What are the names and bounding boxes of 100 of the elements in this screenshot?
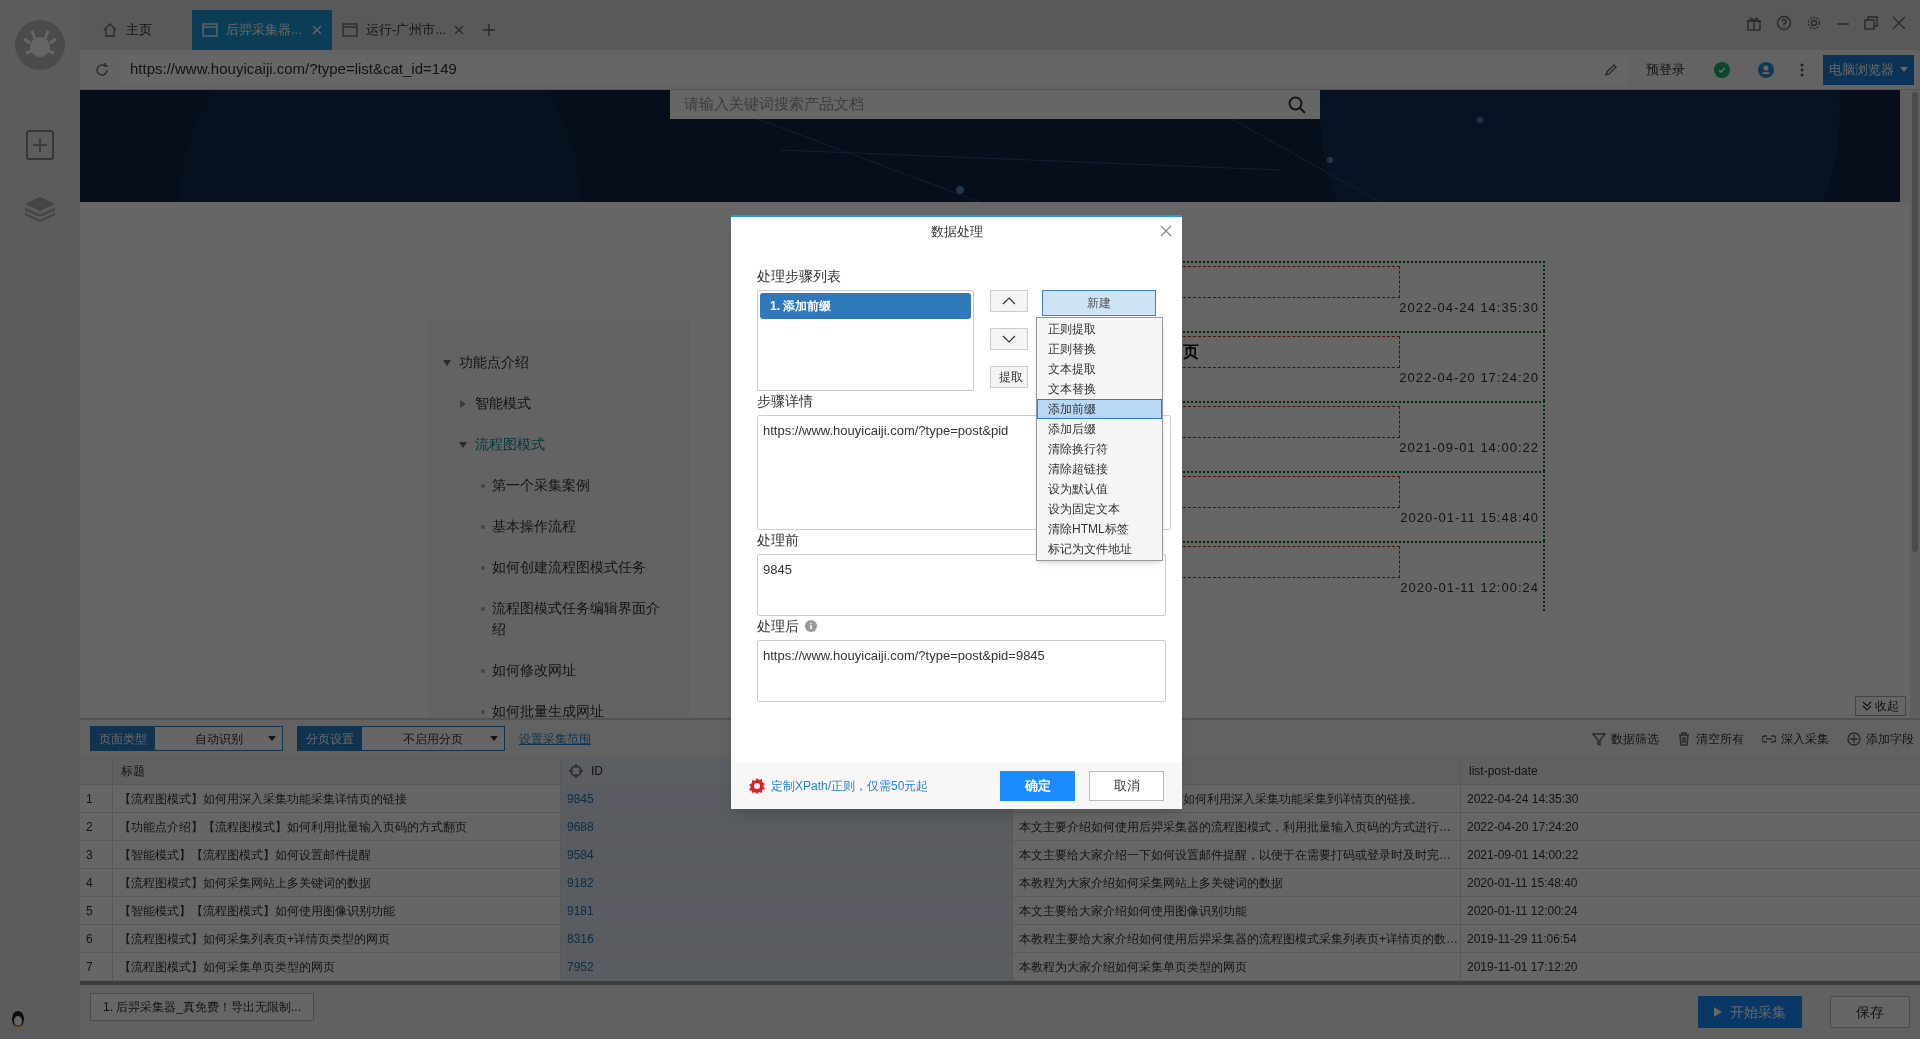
move-down-button[interactable] xyxy=(990,328,1029,350)
step-list[interactable]: 1. 添加前缀 xyxy=(757,290,975,391)
row-number: 5 xyxy=(80,897,113,924)
row-number: 2 xyxy=(80,813,113,840)
chevron-up-icon xyxy=(1002,297,1017,305)
extract-button[interactable]: 提取 xyxy=(990,366,1029,388)
cancel-button[interactable]: 取消 xyxy=(1089,771,1164,801)
close-icon[interactable] xyxy=(1892,16,1906,30)
menu-item[interactable]: 添加前缀 xyxy=(1037,399,1162,419)
shield-icon[interactable] xyxy=(1713,60,1731,79)
table-cell-text: 2021-09-01 14:00:22 xyxy=(1466,846,1580,864)
layers-icon[interactable] xyxy=(23,195,57,223)
nav-link[interactable]: 如何批量生成网址 xyxy=(492,701,604,722)
menu-item[interactable]: 添加后缀 xyxy=(1037,419,1162,439)
post-date: 2022-04-20 17:24:20 xyxy=(1399,368,1539,387)
menu-item[interactable]: 文本替换 xyxy=(1037,379,1162,399)
row-number: 7 xyxy=(80,953,113,980)
caret-icon xyxy=(268,736,276,741)
add-page-icon[interactable] xyxy=(25,129,55,161)
table-cell: 9181 xyxy=(561,897,1013,924)
pre-login-button[interactable]: 预登录 xyxy=(1638,59,1693,80)
toolbar-button[interactable]: 数据筛选 xyxy=(1592,729,1659,748)
table-cell: 9688 xyxy=(561,813,1013,840)
window-icon xyxy=(342,23,358,37)
user-icon[interactable] xyxy=(1757,60,1775,79)
nav-link[interactable]: 功能点介绍 xyxy=(459,352,529,373)
table-cell-text: 2022-04-24 14:35:30 xyxy=(1466,790,1580,808)
task-tab[interactable]: 1. 后羿采集器_真免费！导出无限制... xyxy=(90,993,315,1021)
nav-link[interactable]: 如何修改网址 xyxy=(492,660,576,681)
menu-item[interactable]: 正则提取 xyxy=(1037,319,1162,339)
table-cell-text: 2020-01-11 12:00:24 xyxy=(1466,902,1579,920)
collapse-button[interactable]: 收起 xyxy=(1855,696,1906,716)
browser-mode-button[interactable]: 电脑浏览器 xyxy=(1823,54,1914,85)
add-circle-icon xyxy=(1847,731,1861,746)
pagination-dropdown[interactable]: 分页设置 不启用分页 xyxy=(297,726,505,751)
edit-icon[interactable] xyxy=(1604,62,1618,77)
table-cell: 7952 xyxy=(561,953,1013,980)
gift-icon[interactable] xyxy=(1746,15,1762,31)
table-cell: 本文主要介绍如何使用后羿采集器的流程图模式，利用批量输入页码的方式进行… xyxy=(1013,813,1461,840)
heading-text: 页 xyxy=(1183,342,1199,362)
menu-item[interactable]: 设为默认值 xyxy=(1037,479,1162,499)
table-cell: 本教程主要给大家介绍如何使用后羿采集器的流程图模式采集列表页+详情页的数… xyxy=(1013,925,1461,952)
menu-item[interactable]: 设为固定文本 xyxy=(1037,499,1162,519)
browser-tab[interactable]: 后羿采集器... xyxy=(192,10,332,50)
crosshair-icon xyxy=(569,763,583,778)
caret-icon xyxy=(490,736,498,741)
toolbar-button[interactable]: 深入采集 xyxy=(1762,729,1829,748)
new-button[interactable]: 新建 xyxy=(1042,290,1156,316)
expanded-triangle-icon[interactable] xyxy=(443,359,451,367)
settings-icon[interactable] xyxy=(1806,15,1822,31)
table-cell: 本教程为大家介绍如何采集网站上多关键词的数据 xyxy=(1013,869,1461,896)
nav-link[interactable]: 智能模式 xyxy=(475,393,531,414)
nav-link[interactable]: 流程图模式任务编辑界面介绍 xyxy=(492,598,668,640)
page-type-dropdown[interactable]: 页面类型 自动识别 xyxy=(90,726,283,751)
toolbar-button[interactable]: 清空所有 xyxy=(1677,729,1744,748)
new-tab-icon[interactable] xyxy=(482,23,496,37)
home-icon xyxy=(102,22,118,38)
info-icon xyxy=(805,620,817,632)
nav-link[interactable]: 如何创建流程图模式任务 xyxy=(492,557,646,578)
start-button[interactable]: 开始采集 xyxy=(1698,996,1802,1028)
column-header[interactable]: list-post-date xyxy=(1461,757,1920,784)
browser-tab[interactable]: 主页 xyxy=(92,10,192,50)
collapsed-triangle-icon[interactable] xyxy=(459,400,467,408)
more-icon[interactable] xyxy=(1799,61,1805,78)
move-up-button[interactable] xyxy=(990,290,1029,312)
menu-item[interactable]: 文本提取 xyxy=(1037,359,1162,379)
help-icon[interactable] xyxy=(1776,15,1792,31)
row-number: 4 xyxy=(80,869,113,896)
save-button[interactable]: 保存 xyxy=(1830,996,1910,1028)
close-icon[interactable] xyxy=(454,25,465,35)
table-cell: 9182 xyxy=(561,869,1013,896)
table-cell-text: 2020-01-11 15:48:40 xyxy=(1466,874,1579,892)
post-date: 2021-09-01 14:00:22 xyxy=(1399,438,1539,457)
expanded-triangle-icon[interactable] xyxy=(459,441,467,449)
range-link[interactable]: 设置采集范围 xyxy=(519,729,591,748)
close-icon[interactable] xyxy=(1160,225,1172,237)
penguin-icon[interactable] xyxy=(10,1009,26,1027)
nav-link[interactable]: 基本操作流程 xyxy=(492,516,576,537)
restore-icon[interactable] xyxy=(1864,16,1878,30)
trash-icon xyxy=(1677,731,1691,746)
menu-item[interactable]: 清除换行符 xyxy=(1037,439,1162,459)
menu-item[interactable]: 正则替换 xyxy=(1037,339,1162,359)
toolbar-button[interactable]: 添加字段 xyxy=(1847,729,1914,748)
section-label: 处理步骤列表 xyxy=(757,267,842,286)
search-icon[interactable] xyxy=(1288,95,1306,114)
menu-item[interactable]: 清除超链接 xyxy=(1037,459,1162,479)
nav-link[interactable]: 第一个采集案例 xyxy=(492,475,590,496)
scrollbar-thumb[interactable] xyxy=(80,981,1920,985)
after-field[interactable]: https://www.houyicaiji.com/?type=post&pid=9845 xyxy=(757,640,1166,702)
row-number: 6 xyxy=(80,925,113,952)
section-label: 处理前 xyxy=(757,530,799,550)
ok-button[interactable]: 确定 xyxy=(1000,771,1075,801)
nav-link[interactable]: 流程图模式 xyxy=(475,434,545,455)
step-item[interactable]: 1. 添加前缀 xyxy=(760,293,972,319)
table-cell: 本文主要给大家介绍一下如何设置邮件提醒，以便于在需要打码或登录时及时完… xyxy=(1013,841,1461,868)
post-date: 2022-04-24 14:35:30 xyxy=(1399,298,1539,317)
browser-tab[interactable]: 运行-广州市... xyxy=(332,10,472,50)
table-cell: 9584 xyxy=(561,841,1013,868)
post-date: 2020-01-11 15:48:40 xyxy=(1400,508,1539,527)
refresh-icon[interactable] xyxy=(94,61,110,78)
